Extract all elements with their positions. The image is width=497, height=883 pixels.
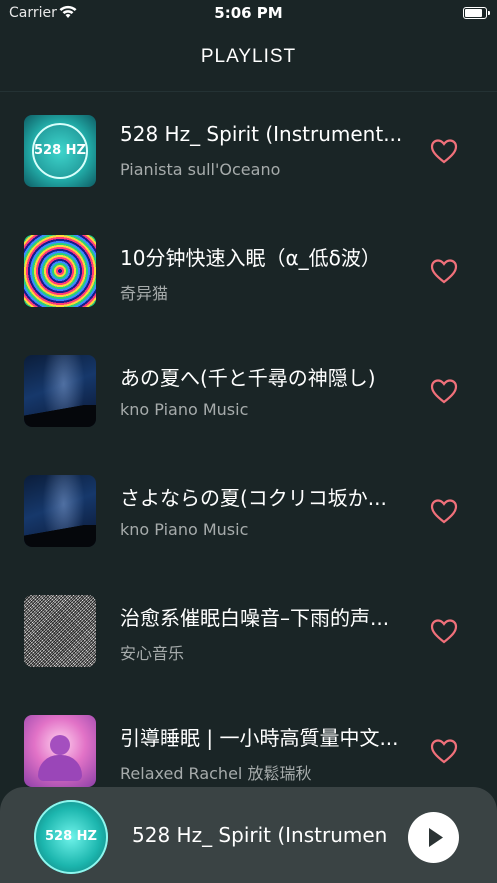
song-title: あの夏へ(千と千尋の神隠し): [120, 366, 376, 390]
artist-name: Pianista sull'Oceano: [120, 160, 281, 179]
list-item[interactable]: 10分钟快速入眠（α_低δ波） 奇异猫: [0, 212, 497, 332]
status-bar: Carrier 5:06 PM: [0, 0, 497, 26]
artist-name: kno Piano Music: [120, 520, 249, 539]
song-title: 528 Hz_ Spirit (Instrument...: [120, 122, 403, 146]
now-playing-art: 528 HZ: [34, 800, 108, 874]
clock: 5:06 PM: [214, 4, 283, 22]
heart-icon[interactable]: [430, 378, 458, 404]
now-playing-title: 528 Hz_ Spirit (Instrumen: [132, 823, 388, 847]
mini-player[interactable]: 528 HZ 528 Hz_ Spirit (Instrumen: [0, 787, 497, 883]
heart-icon[interactable]: [430, 258, 458, 284]
heart-icon[interactable]: [430, 138, 458, 164]
list-item[interactable]: 治愈系催眠白噪音–下雨的声... 安心音乐: [0, 572, 497, 692]
battery-icon: [463, 7, 490, 19]
play-icon: [429, 828, 443, 847]
artist-name: 奇异猫: [120, 284, 169, 303]
album-art: 528 HZ: [24, 115, 96, 187]
artist-name: kno Piano Music: [120, 400, 249, 419]
artist-name: 安心音乐: [120, 644, 185, 663]
heart-icon[interactable]: [430, 738, 458, 764]
song-title: 治愈系催眠白噪音–下雨的声...: [120, 606, 390, 630]
album-art: [24, 715, 96, 787]
song-title: 引導睡眠 | 一小時高質量中文...: [120, 726, 399, 750]
album-art: [24, 355, 96, 427]
list-item[interactable]: 528 HZ 528 Hz_ Spirit (Instrument... Pia…: [0, 92, 497, 212]
album-art: [24, 235, 96, 307]
list-item[interactable]: あの夏へ(千と千尋の神隠し) kno Piano Music: [0, 332, 497, 452]
page-title: PLAYLIST: [200, 46, 297, 67]
heart-icon[interactable]: [430, 498, 458, 524]
album-art: [24, 475, 96, 547]
play-button[interactable]: [408, 812, 459, 863]
list-item[interactable]: さよならの夏(コクリコ坂か... kno Piano Music: [0, 452, 497, 572]
artist-name: Relaxed Rachel 放鬆瑞秋: [120, 764, 312, 783]
song-title: さよならの夏(コクリコ坂か...: [120, 486, 387, 510]
song-title: 10分钟快速入眠（α_低δ波）: [120, 246, 381, 270]
album-art: [24, 595, 96, 667]
heart-icon[interactable]: [430, 618, 458, 644]
